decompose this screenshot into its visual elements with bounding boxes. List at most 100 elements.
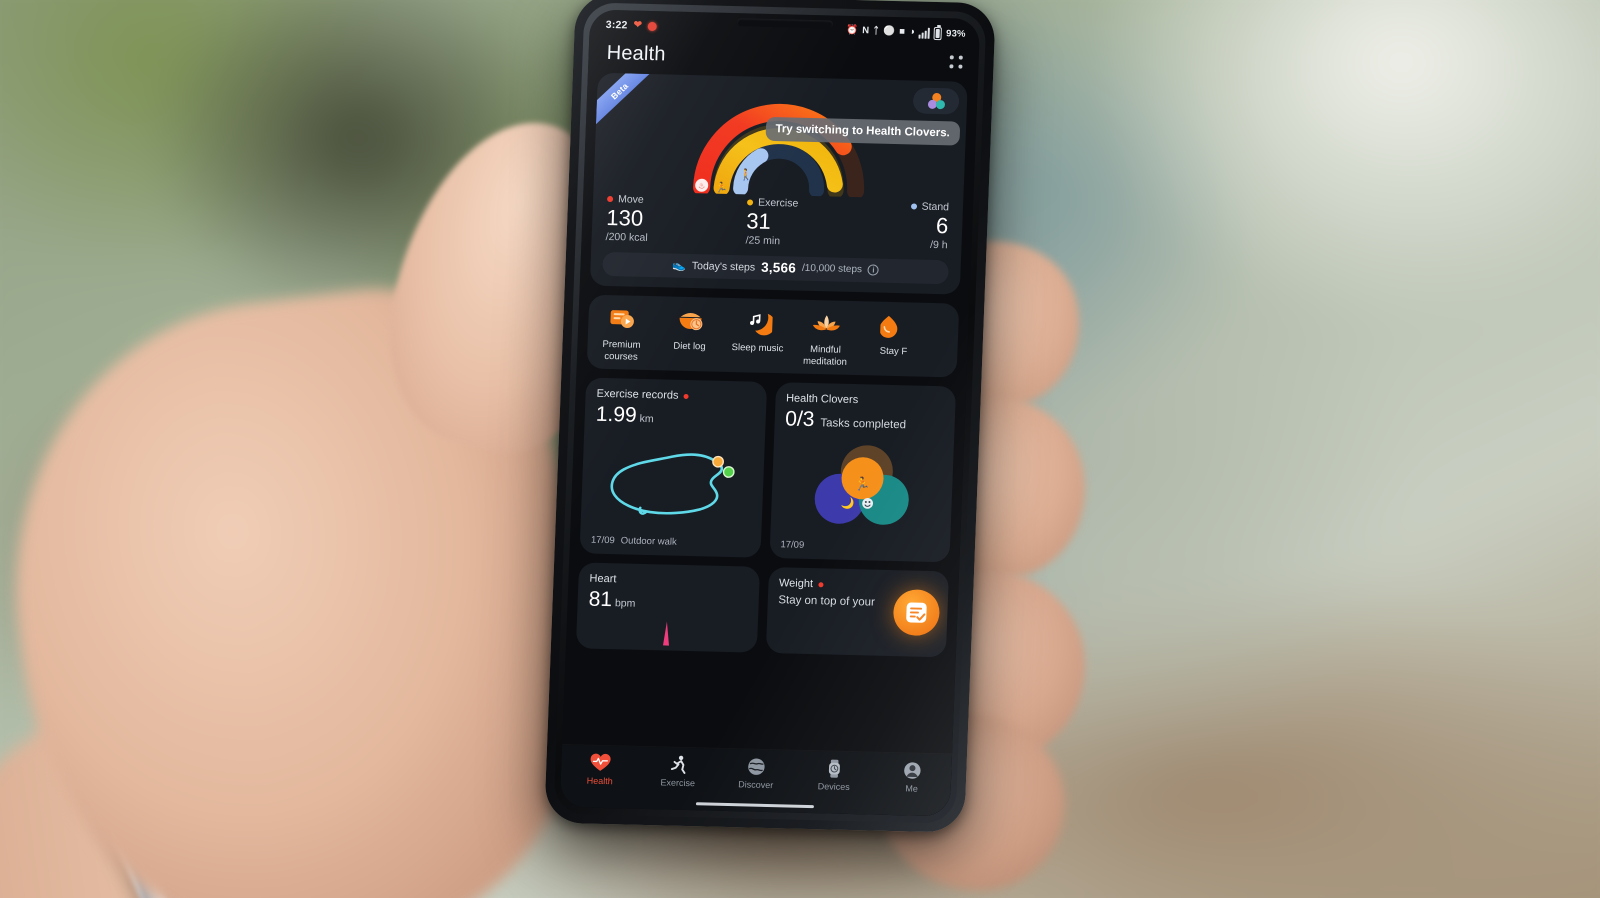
three-clover-icon: 🏃 🌙 <box>781 432 944 544</box>
log-entry-icon[interactable] <box>892 589 941 637</box>
metric-move-goal: /200 kcal <box>605 230 648 244</box>
shortcut-label: Diet log <box>673 340 706 353</box>
shortcut-stay-f[interactable]: Stay F <box>859 310 929 370</box>
alarm-icon: ⏰ <box>845 25 859 37</box>
weight-card[interactable]: Weight Stay on top of your <box>765 567 950 658</box>
phone-screen: 3:22 ❤ ⏰ N ᛏ ⚪ ■ ◑ 93% Health Beta ♨ 🏃 🚶… <box>559 9 981 817</box>
metric-stand-label: Stand <box>921 200 950 214</box>
activity-rings-card[interactable]: Beta ♨ 🏃 🚶 Try switching to Health Clove… <box>589 72 968 295</box>
exercise-activity: Outdoor walk <box>620 535 677 549</box>
cards-row-2: Heart 81 bpm Weight Stay on top of your <box>575 562 950 658</box>
svg-text:♨: ♨ <box>698 181 706 190</box>
video-play-icon <box>588 303 657 335</box>
clover-mini-glyph <box>927 92 945 110</box>
metric-move[interactable]: Move 130 /200 kcal <box>605 193 731 246</box>
battery-icon <box>933 26 943 40</box>
nav-label: Me <box>905 783 919 794</box>
nav-item-health[interactable]: Health <box>561 751 640 787</box>
metric-stand-goal: /9 h <box>929 238 948 251</box>
shortcut-label: Stay F <box>879 345 908 357</box>
activity-metrics: Move 130 /200 kcal Exercise 31 /25 min S… <box>603 193 951 251</box>
wifi-icon: ◑ <box>908 26 916 38</box>
vibrate-icon: ■ <box>898 26 906 38</box>
nav-item-exercise[interactable]: Exercise <box>639 753 718 789</box>
shoe-icon: 👟 <box>671 259 687 273</box>
shortcut-mindful-meditation[interactable]: Mindful meditation <box>791 308 861 368</box>
grid-menu-icon[interactable] <box>949 55 963 69</box>
steps-goal: /10,000 steps <box>801 262 863 276</box>
route-start-marker <box>712 456 725 469</box>
stand-color-dot <box>910 203 917 210</box>
route-end-marker <box>723 466 735 479</box>
steps-label: Today's steps <box>691 259 756 274</box>
globe-icon <box>717 755 796 779</box>
smartwatch-icon <box>795 757 874 781</box>
status-time: 3:22 <box>605 18 628 32</box>
nfc-icon: N <box>861 25 870 37</box>
heart-card[interactable]: Heart 81 bpm <box>575 562 760 654</box>
signal-icon <box>918 27 931 39</box>
smartphone: 3:22 ❤ ⏰ N ᛏ ⚪ ■ ◑ 93% Health Beta ♨ 🏃 🚶… <box>544 0 996 833</box>
metric-move-value: 130 <box>605 204 644 231</box>
shortcut-sleep-music[interactable]: Sleep music <box>723 307 793 367</box>
info-icon[interactable]: i <box>867 264 880 276</box>
metric-stand[interactable]: Stand 6 /9 h <box>869 199 950 251</box>
exercise-distance-value: 1.99 <box>595 403 638 428</box>
nav-label: Devices <box>817 781 850 793</box>
runner-icon: 🏃 <box>715 181 728 194</box>
shortcuts-row[interactable]: Premium courses Diet log Sleep music Min… <box>586 294 960 378</box>
heart-unit: bpm <box>614 597 636 611</box>
record-icon <box>648 21 658 31</box>
shortcut-label: Sleep music <box>731 341 784 354</box>
nav-item-discover[interactable]: Discover <box>717 755 796 791</box>
health-clovers-card[interactable]: Health Clovers 0/3 Tasks completed 🏃 🌙 1… <box>768 382 957 563</box>
person-avatar-icon <box>873 759 952 783</box>
weight-title: Weight <box>778 577 814 591</box>
moon-music-icon <box>724 307 793 339</box>
clovers-date: 17/09 <box>780 539 805 552</box>
health-clovers-title: Health Clovers <box>785 392 859 407</box>
heart-rate-spark-icon <box>658 620 675 653</box>
nav-item-devices[interactable]: Devices <box>795 757 874 793</box>
clovers-value: 0/3 <box>784 407 815 432</box>
bluetooth-icon: ᛏ <box>873 25 880 37</box>
metric-exercise-label: Exercise <box>757 196 799 210</box>
nav-label: Exercise <box>660 777 696 789</box>
stand-icon: 🚶 <box>739 168 753 181</box>
battery-percent: 93% <box>945 27 966 40</box>
moon-icon: 🌙 <box>840 497 854 510</box>
metric-exercise-goal: /25 min <box>745 233 781 247</box>
steps-bar[interactable]: 👟 Today's steps 3,566 /10,000 steps i <box>602 251 950 284</box>
exercise-distance-unit: km <box>639 413 654 426</box>
exercise-color-dot <box>746 199 754 206</box>
page-title: Health <box>606 41 667 66</box>
cards-row-1: Exercise records 1.99 km 17/09 Outdoor w… <box>579 377 957 563</box>
shortcut-label: Mindful meditation <box>802 343 848 368</box>
exercise-records-title: Exercise records <box>596 388 679 403</box>
beta-badge: Beta <box>595 72 652 128</box>
heart-pulse-icon <box>561 751 640 775</box>
clovers-tooltip[interactable]: Try switching to Health Clovers. <box>764 116 961 146</box>
nav-label: Health <box>586 775 613 787</box>
shortcut-diet-log[interactable]: Diet log <box>655 305 725 365</box>
metric-stand-value: 6 <box>935 213 949 239</box>
heart-title: Heart <box>589 573 617 586</box>
water-drop-icon <box>860 310 929 342</box>
food-bowl-clock-icon <box>656 305 725 337</box>
scroll-content: Beta ♨ 🏃 🚶 Try switching to Health Clove… <box>566 72 978 658</box>
steps-value: 3,566 <box>760 259 797 276</box>
metric-exercise[interactable]: Exercise 31 /25 min <box>729 196 871 249</box>
status-badge <box>683 393 690 400</box>
nav-item-me[interactable]: Me <box>873 759 952 795</box>
lotus-icon <box>792 308 861 340</box>
exercise-records-card[interactable]: Exercise records 1.99 km 17/09 Outdoor w… <box>579 377 767 559</box>
health-clovers-icon[interactable] <box>912 87 960 115</box>
route-map-icon <box>591 425 754 539</box>
status-badge <box>817 581 824 588</box>
dnd-icon: ⚪ <box>882 25 896 38</box>
nav-label: Discover <box>738 779 774 791</box>
exercise-date: 17/09 <box>590 535 615 547</box>
metric-move-label: Move <box>617 193 645 206</box>
shortcut-premium-courses[interactable]: Premium courses <box>587 303 657 363</box>
metric-exercise-value: 31 <box>745 208 772 234</box>
